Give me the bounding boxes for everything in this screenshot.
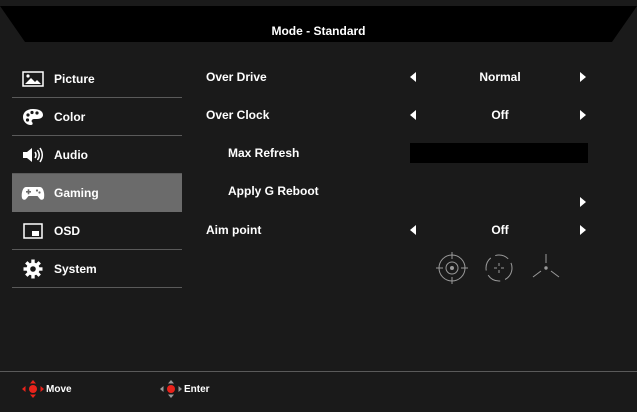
mode-title: Mode - Standard xyxy=(271,24,366,38)
speaker-icon xyxy=(20,145,46,165)
setting-value: Off xyxy=(491,223,509,237)
setting-label: Apply G Reboot xyxy=(228,184,319,198)
right-arrow-icon[interactable] xyxy=(580,225,586,235)
sidebar-item-system[interactable]: System xyxy=(12,250,182,288)
left-arrow-icon[interactable] xyxy=(410,225,416,235)
gear-icon xyxy=(20,259,46,279)
aim-point-styles xyxy=(435,250,565,286)
footer-enter-label: Enter xyxy=(184,383,210,395)
footer-move-label: Move xyxy=(46,383,72,395)
crosshair-dotted-circle-icon[interactable] xyxy=(485,254,513,282)
left-arrow-icon[interactable] xyxy=(410,72,416,82)
setting-label: Max Refresh xyxy=(228,146,300,160)
sidebar-item-picture[interactable]: Picture xyxy=(12,60,182,98)
sidebar-item-osd[interactable]: OSD xyxy=(12,212,182,250)
osd-window-icon xyxy=(20,221,46,241)
sidebar-item-label: System xyxy=(54,261,97,276)
footer-divider xyxy=(0,371,637,372)
crosshair-circle-icon[interactable] xyxy=(436,252,468,284)
palette-icon xyxy=(20,107,46,127)
sidebar-item-audio[interactable]: Audio xyxy=(12,136,182,174)
setting-max-refresh[interactable]: Max Refresh xyxy=(206,138,606,168)
sidebar-item-gaming[interactable]: Gaming xyxy=(12,174,182,212)
right-arrow-icon[interactable] xyxy=(580,72,586,82)
footer-move: Move xyxy=(22,380,72,398)
picture-icon xyxy=(20,69,46,89)
max-refresh-bar xyxy=(410,143,588,163)
sidebar-item-color[interactable]: Color xyxy=(12,98,182,136)
setting-label: Over Drive xyxy=(206,70,267,84)
setting-over-drive[interactable]: Over Drive Normal xyxy=(206,62,606,92)
right-arrow-icon[interactable] xyxy=(580,110,586,120)
crosshair-tri-line-icon[interactable] xyxy=(532,254,560,278)
joystick-enter-icon xyxy=(160,380,182,398)
sidebar-item-label: Color xyxy=(54,109,86,124)
sidebar: Picture Color Audio Gaming OSD System xyxy=(12,60,182,288)
setting-label: Over Clock xyxy=(206,108,270,122)
osd-menu: Mode - Standard Picture Color Audio Gami… xyxy=(0,0,637,412)
sidebar-item-label: OSD xyxy=(54,223,81,238)
setting-over-clock[interactable]: Over Clock Off xyxy=(206,100,606,130)
right-arrow-icon[interactable] xyxy=(580,197,586,207)
sidebar-item-label: Audio xyxy=(54,147,88,162)
setting-value: Normal xyxy=(479,70,521,84)
sidebar-item-label: Gaming xyxy=(54,185,99,200)
sidebar-item-label: Picture xyxy=(54,71,95,86)
left-arrow-icon[interactable] xyxy=(410,110,416,120)
gamepad-icon xyxy=(20,183,46,203)
header-bar: Mode - Standard xyxy=(0,0,637,64)
setting-label: Aim point xyxy=(206,223,262,237)
setting-value: Off xyxy=(491,108,509,122)
setting-apply-g-reboot[interactable]: Apply G Reboot xyxy=(206,176,606,207)
footer-enter: Enter xyxy=(160,380,210,398)
joystick-move-icon xyxy=(22,380,44,398)
setting-aim-point[interactable]: Aim point Off xyxy=(206,215,606,245)
